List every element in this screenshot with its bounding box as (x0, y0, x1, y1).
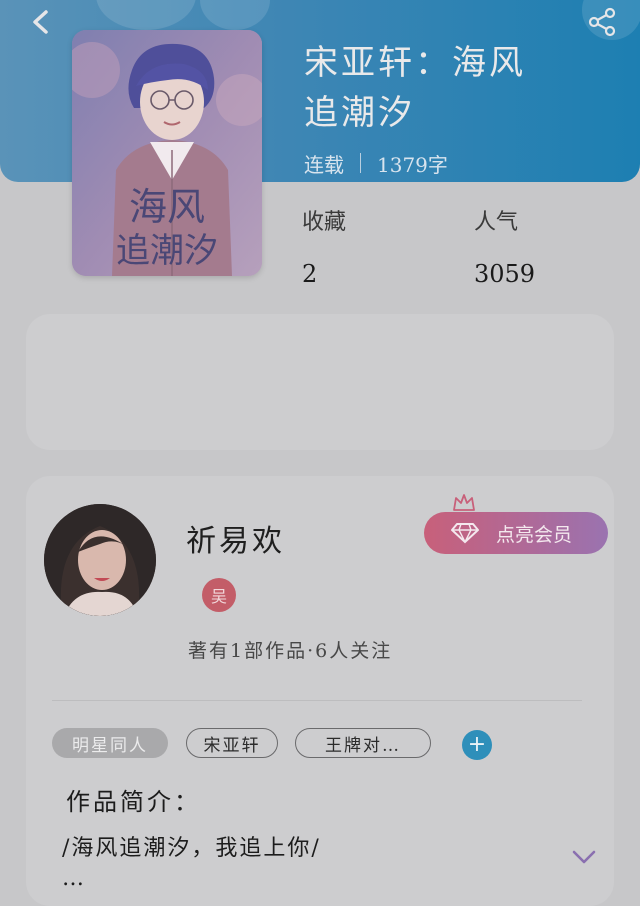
vip-activate-button[interactable]: 点亮会员 (424, 512, 608, 554)
intro-text: /海风追潮汐，我追上你/ … (62, 834, 542, 894)
vip-button-label: 点亮会员 (496, 523, 573, 546)
empty-content-card (26, 314, 614, 450)
add-tag-button[interactable]: + (462, 730, 492, 760)
tag-category[interactable]: 明星同人 (52, 728, 168, 758)
share-button[interactable] (582, 2, 622, 42)
favorites-value: 2 (302, 260, 318, 288)
author-avatar[interactable] (44, 504, 156, 616)
divider (52, 700, 582, 701)
back-button[interactable] (22, 4, 58, 40)
popularity-label: 人气 (474, 210, 519, 235)
popularity-stat: 人气 3059 (474, 204, 535, 288)
book-cover-image[interactable]: 海风 追潮汐 (72, 30, 262, 276)
popularity-value: 3059 (474, 260, 536, 288)
intro-text-line1: /海风追潮汐，我追上你/ (62, 836, 321, 861)
book-title: 宋亚轩：海风 追潮汐 (304, 38, 604, 138)
book-title-line2: 追潮汐 (304, 93, 415, 133)
share-icon (588, 7, 616, 37)
svg-text:追潮汐: 追潮汐 (116, 231, 218, 271)
word-count: 1379字 (377, 152, 448, 177)
diamond-icon (450, 522, 480, 544)
favorites-stat: 收藏 2 (302, 204, 346, 288)
tag-character[interactable]: 宋亚轩 (186, 728, 278, 758)
meta-divider (360, 153, 361, 173)
author-level-badge: 吴 (202, 578, 236, 612)
serial-status: 连载 (304, 152, 344, 177)
back-arrow-icon (33, 10, 48, 34)
intro-heading: 作品简介： (66, 788, 201, 816)
chevron-down-icon[interactable] (570, 846, 598, 868)
svg-text:海风: 海风 (129, 185, 205, 229)
book-title-line1: 宋亚轩：海风 (304, 43, 526, 83)
book-meta: 连载 1379字 (304, 146, 448, 180)
plus-icon: + (467, 732, 487, 757)
author-stats: 著有1部作品·6人关注 (188, 640, 393, 662)
favorites-label: 收藏 (302, 210, 347, 235)
intro-text-line2: … (62, 866, 86, 891)
author-name[interactable]: 祈易欢 (186, 516, 285, 560)
tag-show[interactable]: 王牌对… (295, 728, 431, 758)
crown-icon (453, 494, 475, 511)
